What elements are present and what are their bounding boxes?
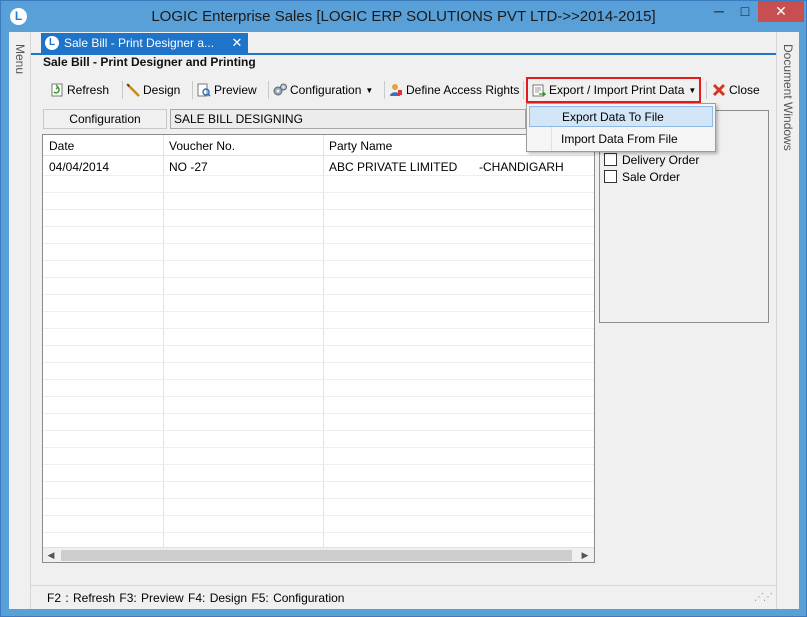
sale-bill-grid[interactable]: Date Voucher No. Party Name 04/04/2014 N… (42, 134, 595, 563)
row-divider (43, 464, 594, 465)
logic-tab-icon: L (45, 36, 59, 50)
toolbar-separator (384, 81, 385, 99)
configuration-button[interactable]: Configuration ▼ (273, 80, 373, 100)
app-window: L LOGIC Enterprise Sales [LOGIC ERP SOLU… (0, 0, 807, 617)
menu-item-export-data-to-file[interactable]: Export Data To File (529, 106, 713, 127)
chevron-down-icon: ▼ (365, 86, 374, 95)
row-divider (43, 328, 594, 329)
minimize-button[interactable]: ─ (706, 1, 732, 22)
design-button[interactable]: Design (126, 80, 180, 100)
row-divider (43, 345, 594, 346)
close-label: Close (729, 83, 760, 97)
row-divider (43, 243, 594, 244)
preview-label: Preview (214, 83, 257, 97)
configuration-label: Configuration (290, 83, 362, 97)
configuration-value-field[interactable]: SALE BILL DESIGNING (170, 109, 526, 129)
define-access-rights-button[interactable]: Define Access Rights (389, 80, 519, 100)
scroll-left-icon[interactable]: ◀ (44, 549, 58, 562)
maximize-button[interactable]: □ (732, 1, 758, 22)
row-divider (43, 447, 594, 448)
toolbar-separator (122, 81, 123, 99)
column-divider (163, 135, 164, 547)
close-window-button[interactable]: ✕ (758, 1, 804, 22)
row-divider (43, 277, 594, 278)
configuration-tab-label[interactable]: Configuration (43, 109, 167, 129)
refresh-icon (51, 83, 63, 97)
pencil-icon (126, 83, 140, 97)
row-divider (43, 532, 594, 533)
define-access-rights-label: Define Access Rights (406, 83, 520, 97)
checkbox-icon[interactable] (604, 153, 617, 166)
row-divider (43, 515, 594, 516)
menu-label[interactable]: Menu (13, 44, 27, 74)
tab-sale-bill-print-designer[interactable]: L Sale Bill - Print Designer a... ✕ (41, 33, 248, 53)
toolbar-separator (192, 81, 193, 99)
tab-close-icon[interactable]: ✕ (229, 33, 245, 53)
row-divider (43, 379, 594, 380)
horizontal-scrollbar[interactable]: ◀ ▶ (43, 547, 594, 562)
window-title: LOGIC Enterprise Sales [LOGIC ERP SOLUTI… (151, 8, 656, 25)
document-windows-label[interactable]: Document Windows (781, 44, 795, 151)
row-divider (43, 226, 594, 227)
shortcut-hints: F2 : Refresh F3: Preview F4: Design F5: … (47, 591, 345, 605)
refresh-button[interactable]: Refresh (50, 80, 109, 100)
menu-item-import-data-from-file[interactable]: Import Data From File (529, 129, 713, 150)
row-divider (43, 430, 594, 431)
tab-label: Sale Bill - Print Designer a... (64, 36, 215, 50)
row-divider (43, 481, 594, 482)
preview-icon (197, 83, 211, 97)
design-label: Design (143, 83, 181, 97)
chevron-down-icon: ▼ (688, 86, 697, 95)
row-divider (43, 175, 594, 176)
column-header-date[interactable]: Date (49, 139, 74, 153)
grid-header: Date Voucher No. Party Name (43, 135, 594, 156)
export-import-print-data-button[interactable]: Export / Import Print Data ▼ (532, 80, 696, 100)
refresh-label: Refresh (67, 83, 110, 97)
preview-button[interactable]: Preview (197, 80, 257, 100)
sale-order-label: Sale Order (622, 170, 681, 184)
delivery-order-checkbox[interactable]: Delivery Order (604, 153, 699, 169)
cell-voucher-no[interactable]: NO -27 (169, 160, 208, 174)
sale-order-checkbox[interactable]: Sale Order (604, 170, 680, 186)
cell-date[interactable]: 04/04/2014 (49, 160, 109, 174)
close-x-icon (712, 83, 726, 97)
client-area: Menu L Sale Bill - Print Designer a... ✕… (9, 32, 799, 609)
row-divider (43, 396, 594, 397)
export-import-label: Export / Import Print Data (549, 83, 685, 97)
scrollbar-thumb[interactable] (61, 550, 572, 561)
row-divider (43, 311, 594, 312)
document-windows-sidebar[interactable]: Document Windows (776, 32, 799, 609)
toolbar-separator (523, 81, 524, 99)
row-divider (43, 192, 594, 193)
form-title: Sale Bill - Print Designer and Printing (43, 55, 256, 69)
column-header-voucher-no[interactable]: Voucher No. (169, 139, 235, 153)
column-divider (323, 135, 324, 547)
checkbox-icon[interactable] (604, 170, 617, 183)
row-divider (43, 498, 594, 499)
user-icon (390, 84, 402, 96)
menu-sidebar[interactable]: Menu (9, 32, 31, 609)
toolbar-separator (268, 81, 269, 99)
export-import-menu: Export Data To File Import Data From Fil… (526, 103, 716, 152)
row-divider (43, 209, 594, 210)
status-bar: F2 : Refresh F3: Preview F4: Design F5: … (31, 585, 776, 609)
delivery-order-label: Delivery Order (622, 153, 700, 167)
export-import-icon (532, 84, 546, 97)
title-bar[interactable]: L LOGIC Enterprise Sales [LOGIC ERP SOLU… (1, 1, 806, 32)
toolbar-separator (706, 81, 707, 99)
scroll-right-icon[interactable]: ▶ (578, 549, 592, 562)
toolbar: Refresh Design Preview Configuration ▼ D… (42, 77, 776, 103)
row-divider (43, 260, 594, 261)
close-button[interactable]: Close (712, 80, 760, 100)
column-header-party-name[interactable]: Party Name (329, 139, 392, 153)
row-divider (43, 294, 594, 295)
row-divider (43, 362, 594, 363)
resize-grip-icon[interactable]: ⋰⋰ (754, 592, 773, 603)
cell-party-city[interactable]: -CHANDIGARH (479, 160, 564, 174)
cell-party-name[interactable]: ABC PRIVATE LIMITED (329, 160, 457, 174)
gears-icon (273, 83, 287, 96)
row-divider (43, 413, 594, 414)
